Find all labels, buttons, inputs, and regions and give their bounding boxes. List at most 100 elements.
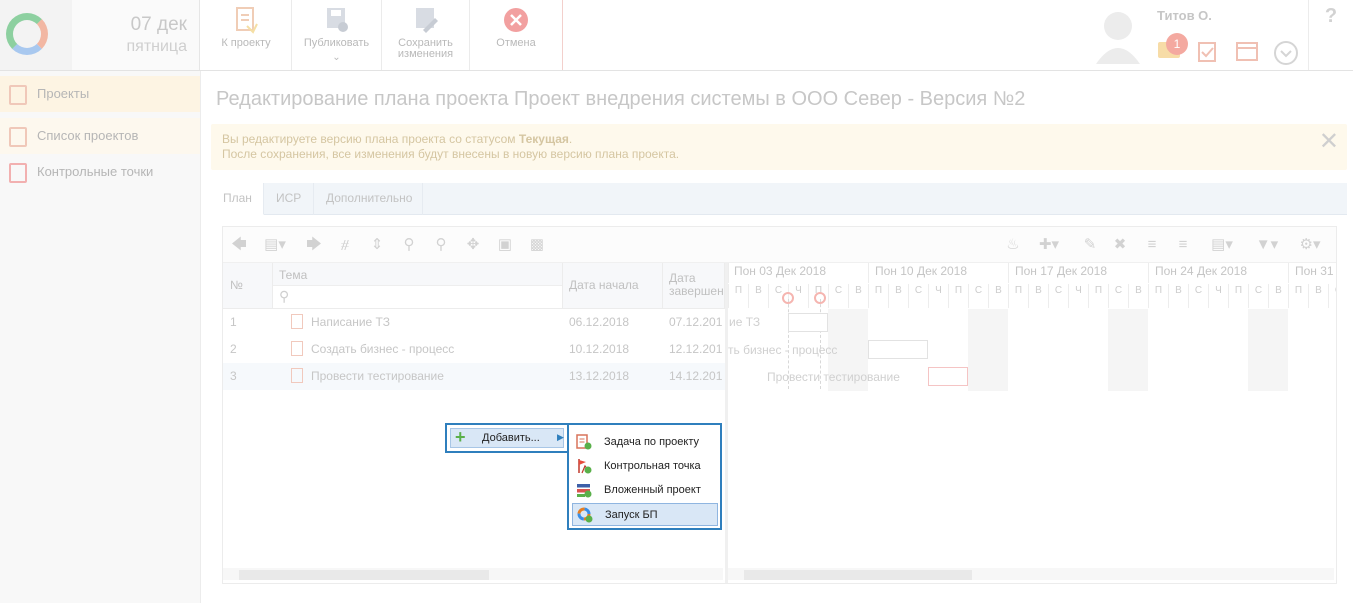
day-header-cell: С [828,284,848,308]
week-header: Пон 17 Дек 2018 [1008,263,1148,283]
column-header-end-line2: завершен [669,284,724,298]
delete-icon[interactable]: ✖ [1111,236,1129,254]
menu-item-label: Контрольная точка [604,460,701,472]
day-header-cell: П [1228,284,1248,308]
settings-icon[interactable]: ⚙▾ [1293,236,1327,254]
cell-num: 2 [230,342,237,356]
tab-additional[interactable]: Дополнительно [314,183,423,215]
edit-icon[interactable]: ✎ [1081,236,1099,254]
day-header-cell: П [1148,284,1168,308]
add-submenu: Задача по проекту Контрольная точка Влож… [567,423,722,530]
cell-topic: Создать бизнес - процесс [311,342,455,356]
arrow-left-icon[interactable]: 🡄 [230,236,248,254]
filter-icon[interactable]: ▼▾ [1251,236,1283,254]
task-icon [576,434,592,450]
day-header-cell: С [1328,284,1336,308]
user-name[interactable]: Титов О. [1157,8,1212,23]
table-row[interactable]: 2 Создать бизнес - процесс 10.12.2018 12… [223,336,725,363]
tab-plan[interactable]: План [211,183,264,215]
outdent-icon[interactable]: ≡ [1143,236,1161,254]
user-avatar[interactable] [1094,6,1142,64]
milestone-icon [578,459,592,474]
gantt-bar[interactable] [788,313,828,332]
sidebar-item-project-list[interactable]: Список проектов [0,118,200,154]
sidebar: Проекты Список проектов Контрольные точк… [0,71,201,603]
tasks-icon[interactable] [1197,40,1217,62]
zoom-out-icon[interactable]: ⚲ [400,236,418,254]
cell-end: 12.12.201 [669,342,723,356]
column-header-end[interactable]: Дата завершен [663,263,725,309]
calendar-check-icon[interactable]: ▤▾ [260,236,290,254]
column-header-num[interactable]: № [223,263,273,309]
gantt-toolbar: 🡄 ▤▾ 🡆 ⧣ ⇕ ⚲ ⚲ ✥ ▣ ▩ ♨ ✚▾ ✎ ✖ ≡ ≡ ▤▾ ▼▾ … [223,227,1336,263]
add-icon[interactable]: ✚▾ [1034,236,1064,254]
save-changes-button[interactable]: Сохранить изменения [382,0,470,70]
notice-line-2: После сохранения, все изменения будут вн… [222,147,680,161]
bar-label: ие ТЗ [729,315,761,329]
gantt-horizontal-scrollbar[interactable] [728,568,1334,580]
menu-item-label: Вложенный проект [604,484,701,496]
topic-filter-input[interactable]: ⚲ [273,285,562,308]
schedule-icon[interactable]: ▤▾ [1206,236,1238,254]
menu-item-subproject[interactable]: Вложенный проект [572,479,718,502]
gantt-bar[interactable] [928,367,968,386]
help-button[interactable]: ? [1308,0,1353,70]
column-header-topic-label: Тема [279,268,308,282]
day-header-cell: В [1128,284,1148,308]
arrow-right-icon[interactable]: 🡆 [305,236,323,254]
zoom-in-icon[interactable]: ⚲ [432,236,450,254]
milestones-icon [9,163,27,183]
weekend-shade [1108,309,1148,391]
sidebar-item-label: Контрольные точки [37,164,154,179]
add-menu-item[interactable]: + Добавить... ▶ [445,423,569,453]
day-header-cell: В [988,284,1008,308]
gantt-bar[interactable] [868,340,928,359]
menu-item-project-task[interactable]: Задача по проекту [572,431,718,454]
column-header-topic[interactable]: Тема ⚲ [273,263,563,309]
gantt-scroll-thumb[interactable] [744,570,972,580]
grid-scroll-thumb[interactable] [239,570,489,580]
publish-button[interactable]: Публиковать ⌄ [292,0,382,70]
table-row[interactable]: 1 Написание ТЗ 06.12.2018 07.12.201 [223,309,725,336]
indent-icon[interactable]: ≡ [1174,236,1192,254]
expand-icon[interactable]: ⇕ [368,236,386,254]
sidebar-item-milestones[interactable]: Контрольные точки [0,154,200,190]
sidebar-item-label: Список проектов [37,128,139,143]
cancel-label: Отмена [496,37,536,49]
cell-end: 14.12.201 [669,369,723,383]
collapse-icon[interactable]: ⧣ [336,236,354,254]
menu-item-milestone[interactable]: Контрольная точка [572,455,718,478]
calendar-icon[interactable] [1235,40,1259,62]
day-header-cell: В [1268,284,1288,308]
projects-icon [9,85,27,105]
menu-item-bp-launch[interactable]: Запуск БП [572,503,718,526]
cell-topic: Провести тестирование [311,369,444,383]
day-header-cell: Ч [928,284,948,308]
day-header-cell: С [1048,284,1068,308]
fit-icon[interactable]: ▣ [496,236,514,254]
cell-num: 3 [230,369,237,383]
chart-icon[interactable]: ▩ [528,236,546,254]
close-icon[interactable]: ✕ [1319,130,1339,154]
notice-status: Текущая [518,132,569,146]
day-header-cell: П [1008,284,1028,308]
critical-path-icon[interactable]: ♨ [1004,236,1022,254]
move-icon[interactable]: ✥ [464,236,482,254]
add-menu-highlight: + Добавить... ▶ [450,427,564,448]
grid-horizontal-scrollbar[interactable] [223,568,723,580]
cancel-button[interactable]: Отмена [470,0,563,70]
bar-label: Провести тестирование [767,370,900,384]
column-header-end-line1: Дата [669,271,696,285]
day-header-cell: П [868,284,888,308]
sidebar-item-projects[interactable]: Проекты [0,76,200,112]
date-widget: 07 дек пятница [72,0,200,70]
day-header-cell: В [1028,284,1048,308]
subproject-icon [577,484,592,498]
user-menu-chevron-icon[interactable] [1273,40,1299,66]
table-row[interactable]: 3 Провести тестирование 13.12.2018 14.12… [223,363,725,390]
to-project-button[interactable]: К проекту [201,0,292,70]
column-header-start[interactable]: Дата начала [563,263,663,309]
tab-wbs[interactable]: ИСР [264,183,314,215]
weekend-shade [1248,309,1288,391]
day-header-cell: П [1088,284,1108,308]
